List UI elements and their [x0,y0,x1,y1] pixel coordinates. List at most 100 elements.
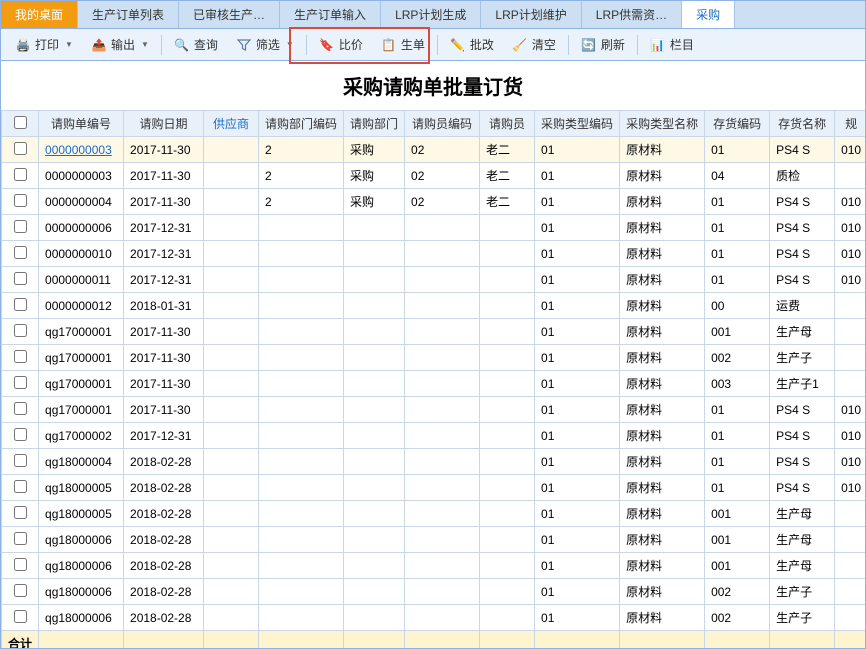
clear-label: 清空 [532,36,556,53]
cell-type-code: 01 [535,371,620,397]
row-checkbox[interactable] [14,532,27,545]
row-checkbox[interactable] [14,168,27,181]
row-checkbox[interactable] [14,454,27,467]
col-emp-code[interactable]: 请购员编码 [405,111,480,137]
cell-number[interactable]: qg18000006 [39,553,124,579]
cell-number[interactable]: qg17000001 [39,345,124,371]
row-checkbox[interactable] [14,324,27,337]
cell-inv-name: PS4 S [770,215,835,241]
row-checkbox[interactable] [14,402,27,415]
table-row[interactable]: 00000000042017-11-302采购02老二01原材料01PS4 S0… [2,189,866,215]
row-checkbox[interactable] [14,246,27,259]
row-checkbox[interactable] [14,350,27,363]
cell-number[interactable]: qg18000006 [39,579,124,605]
refresh-label: 刷新 [601,36,625,53]
table-row[interactable]: qg180000052018-02-2801原材料01PS4 S010 [2,475,866,501]
row-checkbox[interactable] [14,506,27,519]
filter-button[interactable]: 筛选 ▼ [228,33,302,56]
cell-number[interactable]: qg18000005 [39,501,124,527]
cell-emp [480,241,535,267]
table-row[interactable]: qg180000062018-02-2801原材料001生产母 [2,553,866,579]
tab-3[interactable]: 生产订单输入 [280,1,381,28]
table-row[interactable]: qg180000062018-02-2801原材料002生产子 [2,605,866,631]
tab-4[interactable]: LRP计划生成 [381,1,481,28]
cell-emp-code [405,215,480,241]
col-supplier[interactable]: 供应商 [204,111,259,137]
col-emp[interactable]: 请购员 [480,111,535,137]
data-grid[interactable]: 请购单编号 请购日期 供应商 请购部门编码 请购部门 请购员编码 请购员 采购类… [1,110,865,648]
tab-0[interactable]: 我的桌面 [1,1,78,28]
cell-emp-code: 02 [405,137,480,163]
print-button[interactable]: 🖨️ 打印 ▼ [7,33,81,56]
query-button[interactable]: 🔍 查询 [166,33,226,56]
select-all-header[interactable] [2,111,39,137]
table-row[interactable]: 00000000032017-11-302采购02老二01原材料01PS4 S0… [2,137,866,163]
refresh-button[interactable]: 🔄 刷新 [573,33,633,56]
row-checkbox[interactable] [14,194,27,207]
compare-button[interactable]: 🔖 比价 [311,33,371,56]
table-row[interactable]: qg170000012017-11-3001原材料001生产母 [2,319,866,345]
cell-number[interactable]: 0000000003 [39,163,124,189]
select-all-checkbox[interactable] [14,116,27,129]
table-row[interactable]: 00000000032017-11-302采购02老二01原材料04质检 [2,163,866,189]
cell-number[interactable]: 0000000010 [39,241,124,267]
table-row[interactable]: qg170000022017-12-3101原材料01PS4 S010 [2,423,866,449]
cell-number[interactable]: qg18000006 [39,605,124,631]
row-checkbox[interactable] [14,480,27,493]
row-checkbox[interactable] [14,584,27,597]
col-type[interactable]: 采购类型名称 [620,111,705,137]
columns-button[interactable]: 📊 栏目 [642,33,702,56]
table-row[interactable]: qg170000012017-11-3001原材料01PS4 S010 [2,397,866,423]
row-checkbox[interactable] [14,272,27,285]
table-row[interactable]: 00000000102017-12-3101原材料01PS4 S010 [2,241,866,267]
cell-date: 2017-12-31 [124,215,204,241]
generate-button[interactable]: 📋 生单 [373,33,433,56]
col-inv-code[interactable]: 存货编码 [705,111,770,137]
tab-6[interactable]: LRP供需资… [582,1,682,28]
table-row[interactable]: qg180000042018-02-2801原材料01PS4 S010 [2,449,866,475]
row-checkbox[interactable] [14,558,27,571]
tab-2[interactable]: 已审核生产… [179,1,280,28]
table-row[interactable]: 00000000112017-12-3101原材料01PS4 S010 [2,267,866,293]
cell-number[interactable]: 0000000006 [39,215,124,241]
table-row[interactable]: qg170000012017-11-3001原材料002生产子 [2,345,866,371]
col-date[interactable]: 请购日期 [124,111,204,137]
row-checkbox[interactable] [14,142,27,155]
cell-number[interactable]: qg18000006 [39,527,124,553]
row-checkbox[interactable] [14,610,27,623]
table-row[interactable]: qg170000012017-11-3001原材料003生产子1 [2,371,866,397]
col-spec[interactable]: 规 [835,111,865,137]
col-number[interactable]: 请购单编号 [39,111,124,137]
clear-button[interactable]: 🧹 清空 [504,33,564,56]
cell-number[interactable]: 0000000003 [39,137,124,163]
table-row[interactable]: 00000000122018-01-3101原材料00运费 [2,293,866,319]
table-row[interactable]: qg180000052018-02-2801原材料001生产母 [2,501,866,527]
table-row[interactable]: 00000000062017-12-3101原材料01PS4 S010 [2,215,866,241]
cell-number[interactable]: 0000000011 [39,267,124,293]
col-inv-name[interactable]: 存货名称 [770,111,835,137]
batch-button[interactable]: ✏️ 批改 [442,33,502,56]
col-dept[interactable]: 请购部门 [344,111,405,137]
row-checkbox[interactable] [14,298,27,311]
row-checkbox[interactable] [14,376,27,389]
cell-number[interactable]: qg18000005 [39,475,124,501]
col-type-code[interactable]: 采购类型编码 [535,111,620,137]
cell-type-code: 01 [535,605,620,631]
row-checkbox[interactable] [14,428,27,441]
col-dept-code[interactable]: 请购部门编码 [259,111,344,137]
tab-5[interactable]: LRP计划维护 [481,1,581,28]
export-button[interactable]: 📤 输出 ▼ [83,33,157,56]
cell-number[interactable]: 0000000012 [39,293,124,319]
row-checkbox[interactable] [14,220,27,233]
tab-1[interactable]: 生产订单列表 [78,1,179,28]
cell-number[interactable]: qg18000004 [39,449,124,475]
cell-number[interactable]: qg17000002 [39,423,124,449]
cell-number[interactable]: qg17000001 [39,371,124,397]
cell-number[interactable]: 0000000004 [39,189,124,215]
cell-number[interactable]: qg17000001 [39,397,124,423]
cell-inv-name: 运费 [770,293,835,319]
table-row[interactable]: qg180000062018-02-2801原材料001生产母 [2,527,866,553]
table-row[interactable]: qg180000062018-02-2801原材料002生产子 [2,579,866,605]
cell-number[interactable]: qg17000001 [39,319,124,345]
tab-7[interactable]: 采购 [682,1,735,28]
